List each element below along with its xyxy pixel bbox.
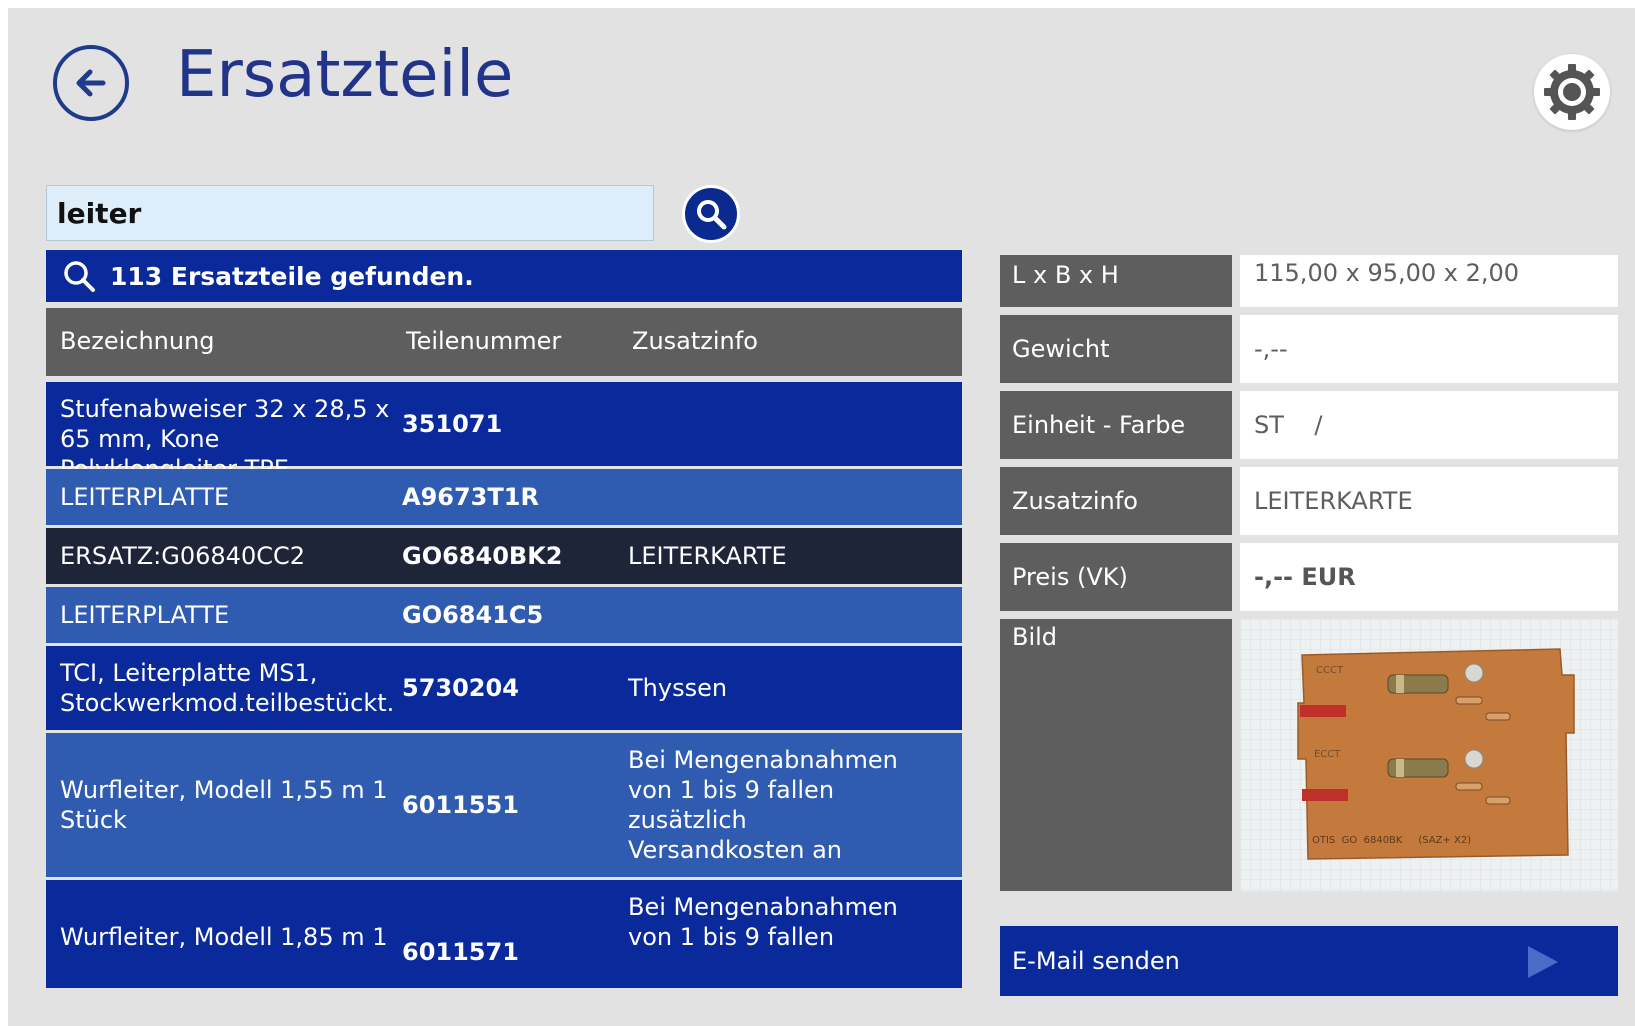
table-row[interactable]: Wurfleiter, Modell 1,55 m 1 Stück 601155… xyxy=(46,733,962,877)
row-zusatzinfo: LEITERKARTE xyxy=(628,542,787,570)
table-row[interactable]: TCI, Leiterplatte MS1, Stockwerkmod.teil… xyxy=(46,646,962,730)
detail-label-unit-color: Einheit - Farbe xyxy=(1000,391,1232,459)
results-summary-bar: 113 Ersatzteile gefunden. xyxy=(46,250,962,302)
svg-text:ECCT: ECCT xyxy=(1314,749,1341,760)
table-row[interactable]: LEITERPLATTE GO6841C5 xyxy=(46,587,962,643)
row-bezeichnung: LEITERPLATTE xyxy=(60,483,230,511)
detail-label-dimensions: L x B x H xyxy=(1000,255,1232,307)
row-bezeichnung: Wurfleiter, Modell 1,85 m 1 xyxy=(60,923,388,951)
row-teilenummer: 5730204 xyxy=(402,674,519,702)
row-bezeichnung: TCI, Leiterplatte MS1, Stockwerkmod.teil… xyxy=(60,659,395,717)
row-zusatzinfo: Thyssen xyxy=(628,674,728,702)
row-teilenummer: 351071 xyxy=(402,410,503,438)
row-teilenummer: 6011571 xyxy=(402,938,519,966)
row-bezeichnung: LEITERPLATTE xyxy=(60,601,230,629)
table-row-selected[interactable]: ERSATZ:G06840CC2 GO6840BK2 LEITERKARTE xyxy=(46,528,962,584)
table-row[interactable]: Stufenabweiser 32 x 28,5 x 65 mm, Kone P… xyxy=(46,382,962,483)
play-arrow-icon xyxy=(1526,944,1560,986)
back-arrow-icon xyxy=(76,69,106,97)
column-header-bezeichnung[interactable]: Bezeichnung xyxy=(60,327,215,355)
search-button[interactable] xyxy=(682,185,740,243)
row-bezeichnung: Wurfleiter, Modell 1,55 m 1 Stück xyxy=(60,776,388,834)
detail-value-price: -,-- EUR xyxy=(1240,543,1618,611)
svg-text:CCCT: CCCT xyxy=(1316,665,1344,676)
row-zusatzinfo: Bei Mengenabnahmen von 1 bis 9 fallen xyxy=(628,893,898,951)
search-input[interactable] xyxy=(46,185,654,241)
detail-label-weight: Gewicht xyxy=(1000,315,1232,383)
detail-label-price: Preis (VK) xyxy=(1000,543,1232,611)
row-zusatzinfo: Bei Mengenabnahmen von 1 bis 9 fallen zu… xyxy=(628,746,898,864)
row-teilenummer: A9673T1R xyxy=(402,483,539,511)
row-teilenummer: GO6841C5 xyxy=(402,601,544,629)
row-bezeichnung: ERSATZ:G06840CC2 xyxy=(60,542,305,570)
column-header-teilenummer[interactable]: Teilenummer xyxy=(406,327,561,355)
app-window: Ersatzteile leiter 113 Ersatzteile gefun… xyxy=(8,8,1635,1026)
row-teilenummer: 6011551 xyxy=(402,791,519,819)
results-count: 113 Ersatzteile gefunden. xyxy=(110,261,474,291)
detail-label-image: Bild xyxy=(1000,619,1232,891)
search-icon xyxy=(697,200,727,230)
detail-value-extra: LEITERKARTE xyxy=(1240,467,1618,535)
pcb-photo: CCCT ECCT OTIS GO 6840BK (SAZ+ X2) xyxy=(1240,619,1618,891)
table-row[interactable]: LEITERPLATTE A9673T1R xyxy=(46,469,962,525)
table-row[interactable]: Wurfleiter, Modell 1,85 m 1 6011571 Bei … xyxy=(46,880,962,988)
back-button[interactable] xyxy=(53,45,129,121)
gear-icon xyxy=(1544,64,1600,120)
send-email-button[interactable]: E-Mail senden xyxy=(1000,926,1618,996)
settings-button[interactable] xyxy=(1534,54,1610,130)
detail-value-unit-color: ST / xyxy=(1240,391,1618,459)
send-email-label: E-Mail senden xyxy=(1012,947,1180,975)
detail-value-dimensions: 115,00 x 95,00 x 2,00 xyxy=(1240,255,1618,307)
part-image[interactable]: CCCT ECCT OTIS GO 6840BK (SAZ+ X2) xyxy=(1240,619,1618,891)
page-title: Ersatzteile xyxy=(176,38,514,112)
column-header-zusatzinfo[interactable]: Zusatzinfo xyxy=(632,327,758,355)
table-header: Bezeichnung Teilenummer Zusatzinfo xyxy=(46,308,962,376)
detail-value-weight: -,-- xyxy=(1240,315,1618,383)
row-teilenummer: GO6840BK2 xyxy=(402,542,563,570)
search-icon xyxy=(62,259,96,293)
detail-label-extra: Zusatzinfo xyxy=(1000,467,1232,535)
svg-text:OTIS GO 6840BK (SAZ+ X2): OTIS GO 6840BK (SAZ+ X2) xyxy=(1312,835,1471,846)
parts-list[interactable]: Stufenabweiser 32 x 28,5 x 65 mm, Kone P… xyxy=(46,382,962,988)
